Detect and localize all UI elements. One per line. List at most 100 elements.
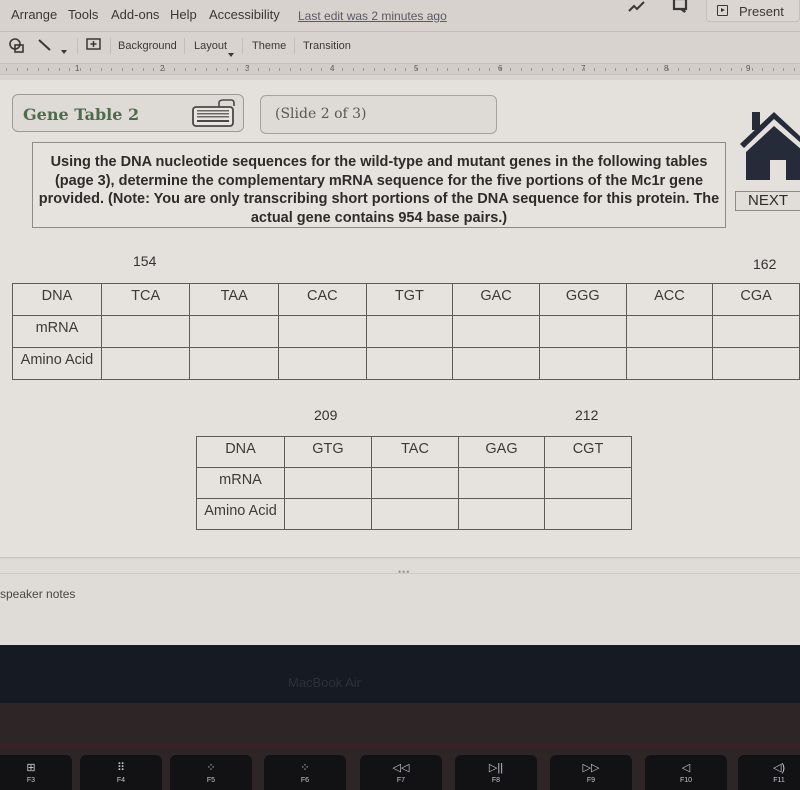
mrna-codon-cell[interactable]: [189, 315, 279, 348]
row-label: mRNA: [196, 467, 285, 499]
amino-acid-cell[interactable]: [100, 347, 191, 380]
ruler-tick: [132, 68, 133, 71]
dna-codon-cell: CGT: [544, 436, 632, 468]
amino-acid-cell[interactable]: [365, 347, 454, 380]
comments-icon[interactable]: [672, 0, 688, 19]
toolbar-divider: [110, 38, 111, 54]
laptop-bezel: MacBook Air: [0, 645, 800, 703]
row-label: DNA: [196, 436, 285, 468]
ruler-tick: [647, 68, 648, 71]
mrna-codon-cell[interactable]: [712, 315, 800, 348]
mrna-codon-cell[interactable]: [284, 467, 372, 499]
menu-tools[interactable]: Tools: [68, 7, 98, 22]
gene-table-2: DNA GTG TAC GAG CGT mRNA Amino Acid: [196, 436, 632, 530]
amino-acid-cell[interactable]: [371, 498, 459, 530]
ruler-tick: [269, 68, 270, 71]
mrna-codon-cell[interactable]: [452, 315, 540, 348]
transition-button[interactable]: Transition: [303, 40, 351, 52]
ruler-tick: [111, 68, 112, 71]
function-key-f7: ◁◁ F7: [360, 755, 442, 790]
last-edit-link[interactable]: Last edit was 2 minutes ago: [298, 9, 447, 23]
shape-icon[interactable]: [8, 38, 26, 59]
menu-help[interactable]: Help: [170, 7, 197, 22]
ruler-tick: [216, 68, 217, 71]
mrna-codon-cell[interactable]: [371, 467, 459, 499]
ruler-tick: [279, 68, 280, 71]
amino-acid-cell[interactable]: [544, 498, 632, 530]
home-icon[interactable]: [740, 108, 800, 185]
function-key-glyph-icon: ◁◁: [392, 762, 410, 774]
activity-trend-icon[interactable]: [628, 0, 646, 18]
notes-resize-handle[interactable]: •••: [398, 567, 410, 577]
function-key-f9: ▷▷ F9: [550, 755, 632, 790]
amino-acid-cell[interactable]: [458, 498, 545, 530]
speaker-notes-input[interactable]: speaker notes: [0, 587, 75, 601]
amino-acid-cell[interactable]: [712, 347, 800, 380]
ruler-tick: [447, 68, 448, 71]
layout-button[interactable]: Layout: [194, 40, 227, 52]
ruler-tick: [143, 68, 144, 71]
amino-acid-cell[interactable]: [538, 347, 627, 380]
slide-canvas[interactable]: Gene Table 2 (Slide 2 of 3) Using the DN…: [0, 80, 800, 558]
dna-row: DNA TCA TAA CAC TGT GAC GGG ACC CGA: [12, 283, 800, 316]
toolbar-divider: [242, 38, 243, 54]
present-button[interactable]: Present: [706, 0, 800, 22]
function-key-glyph-icon: ◁): [772, 762, 786, 774]
row-label: Amino Acid: [12, 347, 102, 380]
row-label: Amino Acid: [196, 498, 285, 530]
function-key-f11: ◁) F11: [738, 755, 800, 790]
amino-acid-cell[interactable]: [625, 347, 714, 380]
mrna-codon-cell[interactable]: [365, 315, 454, 348]
ruler-tick: [90, 68, 91, 71]
instructions-text: Using the DNA nucleotide sequences for t…: [32, 142, 726, 228]
slide-title: Gene Table 2: [23, 105, 140, 124]
menu-arrange[interactable]: Arrange: [11, 7, 57, 22]
function-key-f3: ⊞ F3: [0, 755, 72, 790]
mrna-codon-cell[interactable]: [625, 315, 714, 348]
ruler-tick: [164, 68, 165, 71]
line-dropdown-icon[interactable]: [60, 42, 68, 60]
ruler-tick: [6, 68, 7, 71]
function-key-f10: ◁ F10: [645, 755, 727, 790]
mrna-codon-cell[interactable]: [277, 315, 367, 348]
ruler-tick: [195, 68, 196, 71]
amino-acid-cell[interactable]: [189, 347, 279, 380]
ruler-tick: [500, 68, 501, 71]
present-label: Present: [739, 4, 784, 19]
horizontal-ruler[interactable]: 1 2 3 4 5 6 7 8 9: [0, 63, 800, 75]
ruler-tick: [479, 68, 480, 71]
comment-add-icon[interactable]: [86, 38, 102, 57]
next-button[interactable]: NEXT: [735, 191, 800, 211]
background-button[interactable]: Background: [118, 40, 177, 52]
ruler-tick: [69, 68, 70, 71]
dna-codon-cell: TAA: [189, 283, 279, 316]
line-tool-icon[interactable]: [38, 38, 52, 57]
mrna-codon-cell[interactable]: [538, 315, 627, 348]
layout-dropdown-icon[interactable]: [228, 44, 234, 62]
slide-indicator-box[interactable]: (Slide 2 of 3): [260, 95, 497, 134]
ruler-tick: [101, 68, 102, 71]
ruler-tick: [689, 68, 690, 71]
ruler-tick: [678, 68, 679, 71]
function-key-label: F10: [679, 777, 693, 784]
amino-acid-cell[interactable]: [452, 347, 540, 380]
theme-button[interactable]: Theme: [252, 40, 286, 52]
keyboard-icon: [191, 98, 237, 133]
amino-acid-cell[interactable]: [277, 347, 367, 380]
mrna-codon-cell[interactable]: [544, 467, 632, 499]
menu-accessibility[interactable]: Accessibility: [209, 7, 280, 22]
function-key-label: F5: [206, 777, 216, 784]
ruler-tick: [237, 68, 238, 71]
gene-table-1: DNA TCA TAA CAC TGT GAC GGG ACC CGA mRNA Amino Aci…: [12, 283, 800, 380]
menu-add-ons[interactable]: Add-ons: [111, 7, 159, 22]
mrna-codon-cell[interactable]: [100, 315, 191, 348]
ruler-tick: [668, 68, 669, 71]
ruler-tick: [258, 68, 259, 71]
mrna-codon-cell[interactable]: [458, 467, 545, 499]
amino-acid-row: Amino Acid: [196, 498, 632, 530]
ruler-tick: [300, 68, 301, 71]
dna-codon-cell: TGT: [365, 283, 454, 316]
amino-acid-cell[interactable]: [284, 498, 372, 530]
ruler-tick: [657, 68, 658, 71]
title-box[interactable]: Gene Table 2: [12, 94, 244, 132]
